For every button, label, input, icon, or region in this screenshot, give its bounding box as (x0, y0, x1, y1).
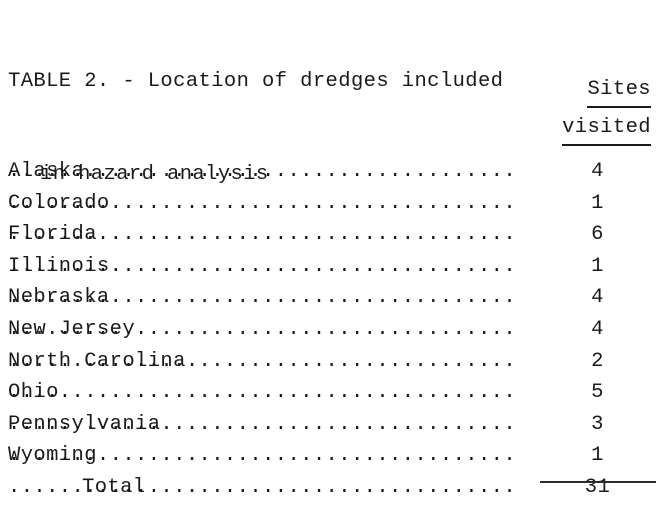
column-header-line-2-wrap: visited (400, 112, 651, 146)
table-row: ........................................… (0, 251, 659, 283)
row-label: Ohio (8, 381, 59, 405)
row-label: New Jersey (8, 317, 136, 341)
table-body: ........................................… (0, 156, 659, 504)
row-value: 1 (591, 254, 604, 278)
row-label: North Carolina (8, 349, 186, 373)
table-row: ........................................… (0, 409, 659, 441)
row-value: 5 (591, 381, 604, 405)
table-row: ........................................… (0, 219, 659, 251)
column-header-line-1-wrap: Sites (400, 74, 651, 108)
table-row: ........................................… (0, 156, 659, 188)
row-value: 1 (591, 191, 604, 215)
row-label: Florida (8, 223, 97, 247)
table-page: TABLE 2. - Location of dredges included … (0, 0, 659, 512)
row-label: Nebraska (8, 286, 110, 310)
row-label: Wyoming (8, 444, 97, 468)
table-row: ........................................… (0, 188, 659, 220)
row-label: Colorado (8, 191, 110, 215)
row-value: 6 (591, 223, 604, 247)
total-rule (540, 481, 656, 483)
table-row: ........................................… (0, 346, 659, 378)
table-row-total: ........................................… (0, 472, 659, 504)
row-value: 4 (591, 286, 604, 310)
row-label: Pennsylvania (8, 412, 161, 436)
column-header: Sites visited (400, 74, 651, 146)
table-row: ........................................… (0, 377, 659, 409)
row-value: 3 (591, 412, 604, 436)
row-label: Alaska (8, 160, 85, 183)
row-value: 1 (591, 444, 604, 468)
column-header-sites: Sites (587, 74, 651, 108)
total-value: 31 (584, 475, 611, 499)
column-header-visited: visited (562, 112, 651, 146)
table-row: ........................................… (0, 440, 659, 472)
row-value: 4 (591, 317, 604, 341)
leader-dots: ........................................… (8, 381, 512, 405)
table-row: ........................................… (0, 314, 659, 346)
row-value: 2 (591, 349, 604, 373)
row-value: 4 (591, 160, 604, 183)
table-row: ........................................… (0, 282, 659, 314)
total-label: Total (82, 475, 146, 499)
row-label: Illinois (8, 254, 110, 278)
